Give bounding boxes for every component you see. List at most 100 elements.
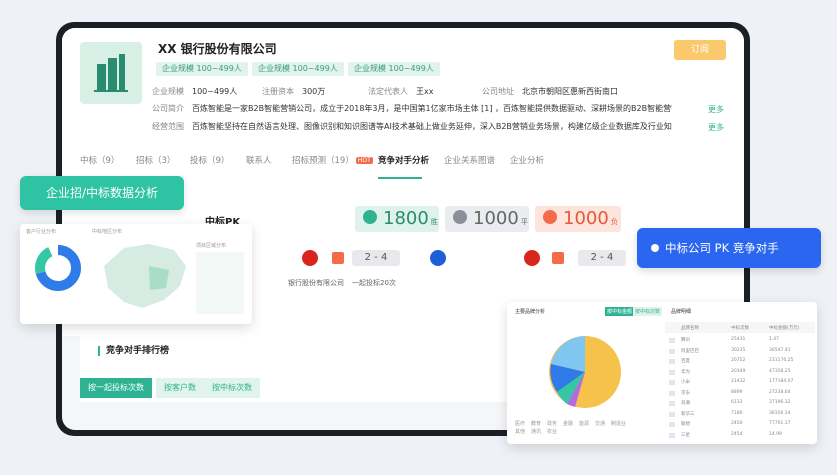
brand-icon — [669, 390, 675, 396]
china-map — [104, 244, 186, 308]
company-name: XX 银行股份有限公司 — [158, 42, 277, 56]
legend-item: 其他 — [515, 429, 526, 435]
legend-item: 制造业 — [611, 421, 627, 427]
bank-badge-icon — [552, 252, 564, 264]
brand-name: 华为 — [681, 369, 690, 375]
intro-more-link[interactable]: 更多 — [708, 104, 724, 115]
brand-count: 7180 — [731, 410, 743, 416]
table-title: 品牌明细 — [671, 309, 692, 315]
tab-competitor[interactable]: 竞争对手分析 — [378, 154, 429, 166]
brand-icon — [669, 369, 675, 375]
table-row[interactable]: 阿里巴巴 30235 36547.41 — [665, 346, 815, 357]
loss-score: 1000 负 — [535, 206, 621, 232]
table-row[interactable]: 联想 2450 77791.17 — [665, 419, 815, 430]
pie-tab-count[interactable]: 按中标次数 — [633, 307, 663, 316]
brand-count: 20349 — [731, 368, 746, 374]
brand-amount: 77791.17 — [769, 421, 791, 426]
legend-item: 能源 — [579, 421, 590, 427]
brand-name: 腾讯 — [681, 338, 690, 343]
table-row[interactable]: 百度 20752 231176.25 — [665, 356, 815, 367]
brand-amount: 1.47 — [769, 337, 780, 342]
tab-contacts[interactable]: 联系人 — [246, 154, 272, 166]
active-tab-indicator — [378, 177, 422, 179]
brand-amount: 27238.64 — [769, 389, 791, 395]
brand-icon — [669, 432, 675, 438]
tab-tender[interactable]: 招标（3） — [136, 154, 175, 166]
donut-chart — [35, 245, 81, 291]
callout-pk: 中标公司 PK 竞争对手 — [637, 228, 821, 268]
donut-title: 客户行业分布 — [26, 229, 57, 235]
brand-count: 6133 — [731, 400, 743, 405]
brand-analysis-card: 主要品牌分析 按中标金额 按中标次数 医疗 教育 政务 金融 能源 交通 制造业… — [507, 302, 817, 444]
brand-amount: 14.99 — [769, 431, 782, 437]
brand-count: 25431 — [731, 337, 746, 342]
address-info: 公司地址 北京市朝阳区惠新西街南口 — [482, 87, 618, 96]
table-row[interactable]: 三星 2454 14.99 — [665, 430, 815, 441]
match-note: 一起投标20次 — [352, 279, 396, 287]
brand-count: 21432 — [731, 379, 746, 384]
table-row[interactable]: 小米 21432 177184.07 — [665, 377, 815, 388]
brand-count: 2450 — [731, 421, 743, 426]
brand-icon — [669, 338, 675, 343]
table-row[interactable]: 京东 8899 27238.64 — [665, 388, 815, 399]
legend-item: 通讯 — [531, 429, 542, 435]
brand-count: 8899 — [731, 389, 743, 395]
brand-icon — [669, 401, 675, 406]
scope-more-link[interactable]: 更多 — [708, 122, 724, 133]
table-row[interactable]: 华为 20349 47358.25 — [665, 367, 815, 378]
company-tag: 企业规模 100~499人 — [252, 62, 344, 76]
ranking-title: 竞争对手排行榜 — [98, 346, 169, 356]
analysis-preview-card: 客户行业分布 中标地区分布 项目区域分布 — [20, 224, 252, 324]
tab-bid[interactable]: 投标（9） — [190, 154, 229, 166]
brand-count: 20752 — [731, 358, 746, 363]
crown-icon — [363, 210, 377, 224]
brand-name: 百度 — [681, 359, 690, 364]
tab-winning[interactable]: 中标（9） — [80, 154, 119, 166]
brand-amount: 36547.41 — [769, 347, 791, 353]
brand-amount: 37196.32 — [769, 400, 791, 405]
brand-amount: 47358.25 — [769, 368, 791, 374]
pie-tab-amount[interactable]: 按中标金额 — [605, 307, 635, 316]
company-logo — [80, 42, 142, 104]
brand-amount: 177184.07 — [769, 379, 794, 384]
match-score: 2 - 4 — [352, 250, 400, 266]
tab-analysis[interactable]: 企业分析 — [510, 154, 544, 166]
table-row[interactable]: 腾讯 25431 1.47 — [665, 335, 815, 346]
draw-score: 1000 平 — [445, 206, 529, 232]
brand-name: 新华三 — [681, 411, 695, 417]
building-icon — [94, 54, 128, 92]
tab-forecast[interactable]: 招标预测（19） HOT — [292, 154, 373, 166]
rival-logo-icon — [430, 250, 446, 266]
brand-name: 联想 — [681, 422, 690, 427]
brand-table: 品牌明细 品牌名称 中标次数 中标金额(万元) 腾讯 25431 1.47 阿里巴巴 3… — [665, 302, 815, 444]
scope-info: 经营范围 百炼智能坚持在自然语言处理、图像识别和知识图谱等AI技术基础上做业务延… — [152, 122, 672, 131]
list-title: 项目区域分布 — [196, 243, 227, 249]
match-card[interactable]: 2 - 4 银行股份有限公司 一起投标20次 — [268, 240, 478, 302]
bank-logo-icon — [302, 250, 318, 266]
follow-button[interactable]: 订阅 — [674, 40, 726, 60]
map-title: 中标地区分布 — [92, 229, 123, 235]
brand-name: 阿里巴巴 — [681, 348, 699, 354]
ranking-tab-wins[interactable]: 按中标次数 — [204, 378, 260, 398]
win-score: 1800 胜 — [355, 206, 439, 232]
dot-icon — [651, 244, 659, 252]
tab-relations[interactable]: 企业关系图谱 — [444, 154, 495, 166]
ranking-tab-clients[interactable]: 按客户数 — [156, 378, 204, 398]
brand-icon — [669, 422, 675, 427]
table-row[interactable]: 新华三 7180 36356.14 — [665, 409, 815, 420]
hot-badge: HOT — [355, 157, 373, 164]
brand-name: 京东 — [681, 390, 690, 396]
team-name: 银行股份有限公司 — [288, 279, 344, 287]
legend-item: 农业 — [547, 429, 558, 435]
brand-pie-chart — [549, 336, 621, 408]
intro-info: 公司简介 百炼智能是一家B2B智能营销公司，成立于2018年3月，是中国第1亿家… — [152, 104, 672, 113]
region-list — [196, 252, 244, 314]
table-row[interactable]: 浪潮 6133 37196.32 — [665, 398, 815, 409]
brand-icon — [669, 359, 675, 364]
brand-amount: 231176.25 — [769, 358, 794, 363]
ranking-tab-cobid[interactable]: 按一起投标次数 — [80, 378, 152, 398]
brand-name: 小米 — [681, 380, 690, 385]
brand-count: 2454 — [731, 431, 743, 437]
legend-item: 教育 — [531, 421, 542, 427]
brand-icon — [669, 348, 675, 354]
